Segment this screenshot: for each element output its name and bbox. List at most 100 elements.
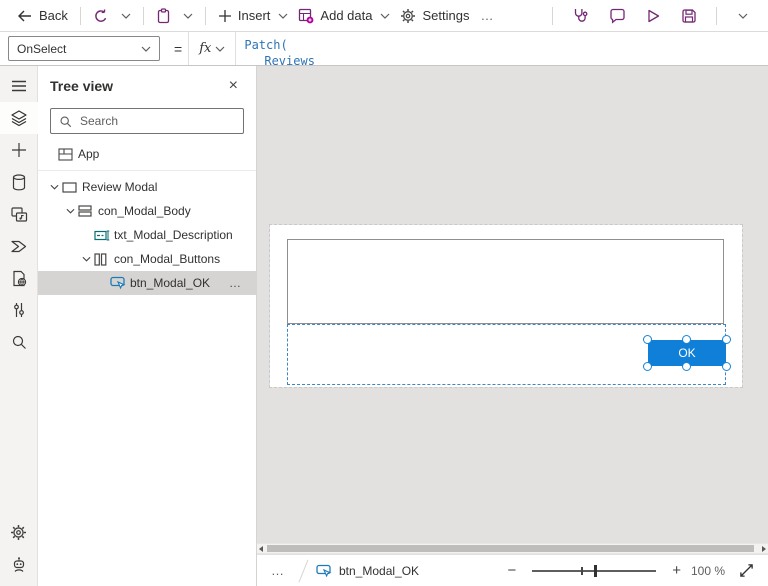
back-button[interactable]: Back — [12, 5, 73, 26]
virtual-agent-bot-icon — [11, 556, 27, 573]
data-cylinder-icon — [12, 173, 26, 191]
search-icon — [11, 334, 27, 350]
fit-to-window-icon[interactable] — [739, 563, 754, 578]
paste-dropdown-chevron[interactable] — [178, 10, 198, 22]
equals-sign: = — [174, 40, 183, 57]
add-data-chevron-icon — [381, 13, 390, 19]
modal-container[interactable]: OK — [269, 224, 743, 388]
screen-icon — [62, 181, 82, 193]
txt-modal-description-control[interactable] — [287, 239, 724, 324]
tree-view-header: Tree view × — [38, 66, 256, 106]
insert-chevron-icon — [278, 13, 288, 19]
rail-item-tree-view[interactable] — [0, 102, 38, 134]
tree-item-con-modal-body[interactable]: con_Modal_Body — [38, 199, 256, 223]
rail-item-advanced-tools[interactable] — [0, 262, 38, 294]
button-control-icon — [316, 564, 332, 577]
undo-icon — [93, 8, 109, 23]
horizontal-scrollbar[interactable] — [257, 543, 768, 554]
formula-line-1: Patch( — [244, 38, 288, 52]
toolbar-separator — [142, 6, 144, 25]
formula-input[interactable]: Patch( Reviews — [236, 32, 768, 65]
con-modal-buttons-control[interactable]: OK — [287, 324, 731, 385]
tree-item-label: btn_Modal_OK — [130, 276, 211, 290]
preview-play-button[interactable] — [638, 5, 669, 27]
settings-label: Settings — [422, 8, 470, 23]
plus-icon — [218, 9, 232, 23]
undo-button[interactable] — [88, 5, 114, 26]
tree-view-panel: Tree view × App — [38, 66, 257, 586]
rail-item-media[interactable] — [0, 198, 38, 230]
search-input[interactable] — [78, 113, 235, 129]
tree-item-app[interactable]: App — [38, 142, 256, 166]
rail-item-variables[interactable] — [0, 294, 38, 326]
scroll-right-arrow[interactable] — [762, 546, 766, 552]
rail-item-data[interactable] — [0, 166, 38, 198]
property-selected-value: OnSelect — [17, 41, 67, 56]
chevron-down-icon[interactable] — [62, 208, 78, 214]
app-checker-button[interactable] — [564, 4, 597, 27]
resize-handle-top-right[interactable] — [722, 335, 731, 344]
resize-handle-bottom-right[interactable] — [722, 362, 731, 371]
search-icon — [60, 115, 72, 127]
zoom-in-button[interactable]: + — [668, 562, 685, 579]
zoom-slider[interactable] — [532, 563, 657, 579]
save-icon — [681, 8, 697, 24]
toolbar-separator — [552, 6, 553, 25]
gear-icon — [10, 524, 27, 541]
scrollbar-thumb[interactable] — [267, 545, 754, 552]
fx-label: fx — [199, 41, 212, 56]
property-dropdown[interactable]: OnSelect — [8, 36, 160, 61]
resize-handle-bottom-center[interactable] — [682, 362, 691, 371]
tree-item-review-modal[interactable]: Review Modal — [38, 175, 256, 199]
save-dropdown-chevron[interactable] — [730, 10, 756, 22]
top-toolbar: Back Insert Add data Settings … — [0, 0, 768, 32]
resize-handle-top-left[interactable] — [643, 335, 652, 344]
btn-modal-ok-control[interactable]: OK — [643, 335, 731, 371]
fx-dropdown[interactable]: fx — [188, 32, 237, 65]
paste-button[interactable] — [151, 5, 176, 27]
media-screens-icon — [10, 206, 28, 223]
toolbar-overflow-button[interactable]: … — [474, 8, 500, 23]
zoom-slider-thumb[interactable] — [594, 564, 598, 577]
canvas-status-bar: … btn_Modal_OK − + 100 % — [257, 554, 768, 586]
breadcrumb-label: btn_Modal_OK — [339, 563, 420, 578]
rail-item-search[interactable] — [0, 326, 38, 358]
play-icon — [646, 8, 661, 24]
status-overflow-button[interactable]: … — [271, 563, 291, 578]
rail-item-power-automate[interactable] — [0, 230, 38, 262]
clipboard-icon — [156, 7, 171, 24]
rail-item-virtual-agent[interactable] — [0, 548, 38, 580]
tree-item-overflow-button[interactable]: … — [229, 276, 256, 290]
add-data-button[interactable]: Add data — [293, 5, 395, 27]
undo-dropdown-chevron[interactable] — [116, 10, 136, 22]
canvas-area: OK … btn_Modal_OK − + 100 % — [257, 66, 768, 586]
tree-item-label: Review Modal — [82, 180, 158, 194]
comments-button[interactable] — [601, 5, 634, 27]
tree-item-txt-modal-description[interactable]: txt_Modal_Description — [38, 223, 256, 247]
chevron-down-icon[interactable] — [46, 184, 62, 190]
tree-item-label: App — [78, 147, 100, 161]
settings-button[interactable]: Settings — [395, 5, 474, 27]
rail-item-insert[interactable] — [0, 134, 38, 166]
tree-item-con-modal-buttons[interactable]: con_Modal_Buttons — [38, 247, 256, 271]
resize-handle-top-center[interactable] — [682, 335, 691, 344]
zoom-out-button[interactable]: − — [503, 562, 520, 579]
app-icon — [58, 147, 78, 161]
back-label: Back — [39, 8, 68, 23]
tree-view-layers-icon — [10, 109, 28, 127]
save-button[interactable] — [673, 5, 705, 27]
hamburger-menu-button[interactable] — [0, 70, 38, 102]
tree-search-box[interactable] — [50, 108, 244, 134]
resize-handle-bottom-left[interactable] — [643, 362, 652, 371]
add-data-label: Add data — [320, 8, 373, 23]
insert-button[interactable]: Insert — [213, 5, 294, 26]
formula-bar: OnSelect = fx Patch( Reviews — [0, 32, 768, 66]
tree-item-btn-modal-ok[interactable]: btn_Modal_OK … — [38, 271, 256, 295]
close-icon[interactable]: × — [223, 75, 244, 97]
scroll-left-arrow[interactable] — [259, 546, 263, 552]
left-rail — [0, 66, 38, 586]
container-rows-icon — [78, 205, 98, 217]
breadcrumb-selected-control[interactable]: btn_Modal_OK — [316, 564, 419, 578]
rail-item-settings[interactable] — [0, 516, 38, 548]
chevron-down-icon[interactable] — [78, 256, 94, 262]
